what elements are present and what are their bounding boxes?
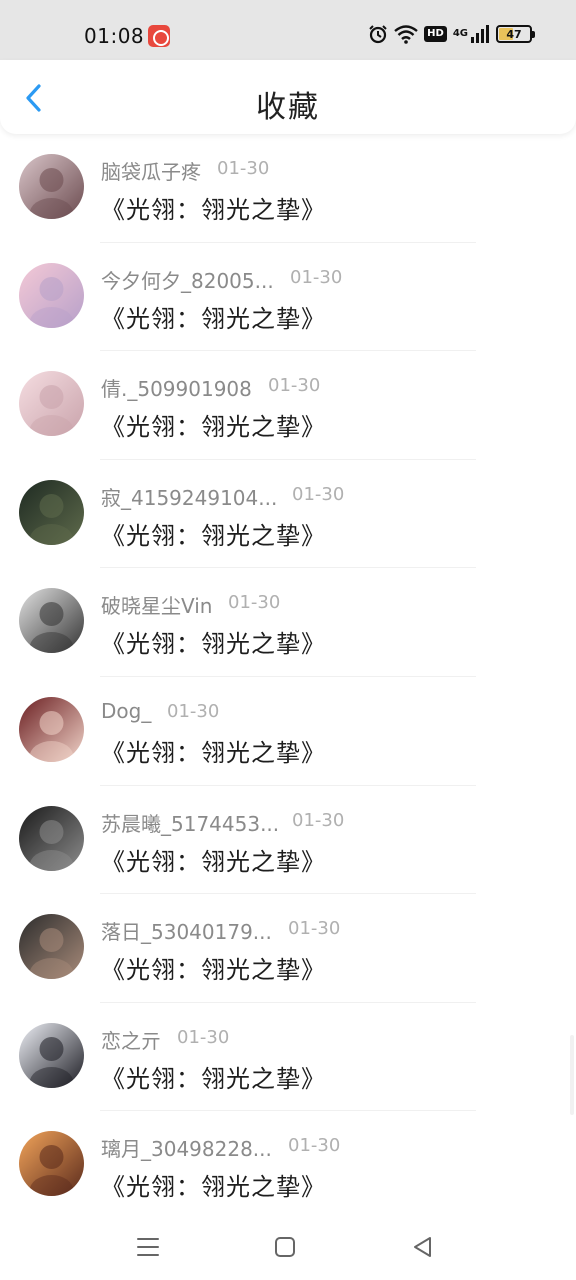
item-date: 01-30 (292, 483, 345, 505)
item-title[interactable]: 《光翎：翎光之挚》 (101, 842, 326, 877)
list-item[interactable]: 寂_4159249104... 01-30 《光翎：翎光之挚》 (0, 460, 576, 569)
header: 收藏 (0, 60, 576, 134)
item-date: 01-30 (217, 158, 270, 179)
status-bar: 01:08 HD 4G 47 (0, 0, 576, 60)
list-item[interactable]: 脑袋瓜子疼 01-30 《光翎：翎光之挚》 (0, 134, 576, 243)
item-title[interactable]: 《光翎：翎光之挚》 (101, 733, 326, 768)
item-date: 01-30 (167, 700, 220, 722)
back-triangle-icon (414, 1237, 431, 1257)
item-title[interactable]: 《光翎：翎光之挚》 (101, 950, 326, 985)
avatar[interactable] (19, 588, 84, 654)
avatar[interactable] (19, 805, 84, 871)
app-notification-icon (148, 25, 170, 47)
navigation-bar (0, 1212, 576, 1280)
list-item[interactable]: Dog_ 01-30 《光翎：翎光之挚》 (0, 677, 576, 786)
item-title[interactable]: 《光翎：翎光之挚》 (101, 299, 326, 334)
menu-button[interactable] (133, 1232, 163, 1262)
hd-badge: HD (424, 26, 447, 42)
favorites-list: 脑袋瓜子疼 01-30 《光翎：翎光之挚》 今夕何夕_82005... 01-30 《光翎… (0, 134, 576, 1220)
item-date: 01-30 (288, 918, 341, 940)
item-date: 01-30 (288, 1135, 341, 1157)
avatar[interactable] (19, 1022, 84, 1088)
list-item[interactable]: 落日_53040179... 01-30 《光翎：翎光之挚》 (0, 894, 576, 1003)
avatar[interactable] (19, 371, 84, 437)
list-item[interactable]: 今夕何夕_82005... 01-30 《光翎：翎光之挚》 (0, 243, 576, 352)
status-time: 01:08 (84, 24, 145, 48)
avatar[interactable] (19, 479, 84, 545)
home-square-icon (275, 1237, 295, 1257)
alarm-icon (368, 24, 388, 44)
item-title[interactable]: 《光翎：翎光之挚》 (101, 190, 326, 225)
item-date: 01-30 (290, 266, 343, 288)
user-name[interactable]: 落日_53040179... (101, 916, 272, 945)
user-name[interactable]: Dog_ (101, 699, 151, 723)
item-date: 01-30 (268, 375, 321, 397)
user-name[interactable]: 倩._509901908 (101, 373, 252, 402)
list-item[interactable]: 破晓星尘Vin 01-30 《光翎：翎光之挚》 (0, 568, 576, 677)
user-name[interactable]: 恋之亓 (101, 1025, 161, 1054)
item-title[interactable]: 《光翎：翎光之挚》 (101, 1167, 326, 1202)
user-name[interactable]: 寂_4159249104... (101, 482, 277, 511)
user-name[interactable]: 脑袋瓜子疼 (101, 156, 201, 185)
user-name[interactable]: 破晓星尘Vin (101, 590, 212, 619)
list-item[interactable]: 恋之亓 01-30 《光翎：翎光之挚》 (0, 1003, 576, 1112)
screen: 01:08 HD 4G 47 收藏 脑袋瓜子疼 01-30 《光翎：翎光之挚》 … (0, 0, 576, 1280)
list-item[interactable]: 苏晨曦_5174453... 01-30 《光翎：翎光之挚》 (0, 786, 576, 895)
user-name[interactable]: 今夕何夕_82005... (101, 265, 274, 294)
avatar[interactable] (19, 914, 84, 980)
page-title: 收藏 (256, 90, 320, 125)
avatar[interactable] (19, 154, 84, 219)
list-item[interactable]: 倩._509901908 01-30 《光翎：翎光之挚》 (0, 351, 576, 460)
scroll-indicator (570, 1035, 574, 1115)
item-title[interactable]: 《光翎：翎光之挚》 (101, 624, 326, 659)
status-icons: HD 4G 47 (368, 24, 535, 44)
user-name[interactable]: 璃月_30498228... (101, 1133, 272, 1162)
battery-icon: 47 (496, 25, 535, 43)
signal-icon (470, 25, 490, 43)
wifi-icon (394, 24, 418, 44)
item-title[interactable]: 《光翎：翎光之挚》 (101, 516, 326, 551)
item-date: 01-30 (177, 1026, 230, 1048)
item-title[interactable]: 《光翎：翎光之挚》 (101, 407, 326, 442)
network-type: 4G (452, 28, 468, 39)
home-button[interactable] (270, 1232, 300, 1262)
user-name[interactable]: 苏晨曦_5174453... (101, 808, 279, 837)
item-date: 01-30 (292, 809, 345, 831)
battery-percent: 47 (506, 27, 522, 41)
avatar[interactable] (19, 696, 84, 762)
list-item[interactable]: 璃月_30498228... 01-30 《光翎：翎光之挚》 (0, 1111, 576, 1220)
avatar[interactable] (19, 1131, 84, 1197)
avatar[interactable] (19, 262, 84, 328)
item-date: 01-30 (228, 592, 281, 614)
menu-icon (137, 1238, 159, 1256)
item-title[interactable]: 《光翎：翎光之挚》 (101, 1059, 326, 1094)
system-back-button[interactable] (408, 1232, 438, 1262)
